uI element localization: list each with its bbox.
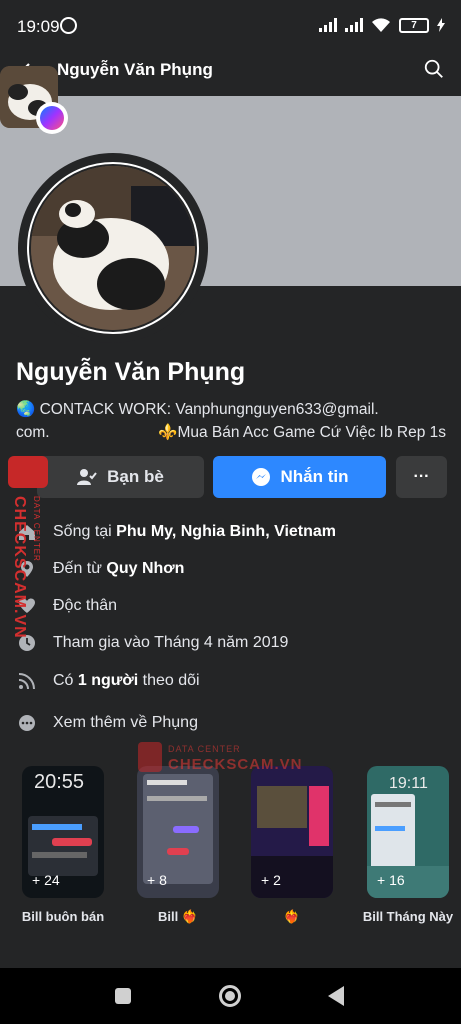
highlight-item[interactable]: 20:55 + 24 Bill buôn bán	[22, 766, 104, 925]
highlight-label: ❤️‍🔥	[283, 909, 301, 924]
recents-button[interactable]	[115, 988, 131, 1004]
search-icon[interactable]	[423, 58, 445, 80]
messenger-bolt-icon	[251, 468, 270, 486]
svg-text:20:55: 20:55	[34, 771, 84, 793]
highlight-item[interactable]: + 8 Bill ❤️‍🔥	[137, 766, 219, 925]
avatar	[31, 166, 195, 330]
bio-line-1: 🌏 CONTACK WORK: Vanphungnguyen633@gmail.	[16, 401, 379, 418]
highlight-label: Bill buôn bán	[21, 909, 105, 924]
svg-text:19:11: 19:11	[389, 775, 428, 792]
watermark-small-text: DATA CENTER	[32, 496, 41, 562]
bio-line-2a: com.	[16, 424, 50, 441]
status-icons: 7	[319, 17, 445, 33]
from-prefix: Đến từ	[53, 560, 107, 577]
watermark-vertical: CHECKSCAM.VN DATA CENTER	[4, 456, 48, 656]
battery-icon: 7	[399, 17, 429, 33]
watermark-overlay: DATA CENTER CHECKSCAM.VN	[138, 742, 302, 782]
joined-text: Tham gia vào Tháng 4 năm 2019	[53, 634, 289, 651]
highlight-thumbnail: + 8	[137, 766, 219, 898]
status-bar: 19:09 7	[0, 0, 461, 52]
lock-icon	[8, 456, 48, 488]
lives-place[interactable]: Phu My, Nghia Binh, Vietnam	[116, 523, 336, 540]
more-options-button[interactable]: ···	[396, 456, 447, 498]
from-place[interactable]: Quy Nhơn	[106, 560, 184, 577]
watermark-overlay-big: CHECKSCAM.VN	[168, 756, 303, 773]
lives-prefix: Sống tại	[53, 523, 117, 540]
watermark-overlay-small: DATA CENTER	[168, 744, 241, 754]
profile-picture[interactable]	[18, 153, 208, 343]
story-highlights: 20:55 + 24 Bill buôn bán + 8 Bill ❤️‍🔥 +…	[0, 766, 461, 946]
bio-line-2b: ⚜️Mua Bán Acc Game Cứ Việc Ib Rep 1s	[158, 424, 446, 441]
profile-bio: 🌏 CONTACK WORK: Vanphungnguyen633@gmail.…	[16, 398, 446, 444]
highlight-item[interactable]: + 2 ❤️‍🔥	[251, 766, 333, 925]
message-label: Nhắn tin	[280, 467, 349, 486]
page-title: Nguyễn Văn Phụng	[57, 60, 213, 79]
highlight-label: Bill ❤️‍🔥	[157, 909, 199, 924]
rss-icon	[18, 673, 35, 690]
highlight-label: Bill Tháng Này	[362, 909, 454, 924]
lock-icon	[138, 742, 162, 772]
home-button[interactable]	[219, 985, 241, 1007]
message-button[interactable]: Nhắn tin	[213, 456, 386, 498]
highlight-count: + 24	[32, 872, 60, 888]
friends-button[interactable]: Bạn bè	[37, 456, 204, 498]
messenger-icon[interactable]	[36, 102, 68, 134]
highlight-thumbnail: 19:11 + 16	[367, 766, 449, 898]
watermark-text: CHECKSCAM.VN	[11, 496, 28, 639]
followers-suffix: theo dõi	[138, 672, 200, 689]
highlight-count: + 16	[377, 872, 405, 888]
highlight-thumbnail: + 2	[251, 766, 333, 898]
top-app-bar: Nguyễn Văn Phụng	[0, 52, 461, 96]
highlight-item[interactable]: 19:11 + 16 Bill Tháng Này	[363, 766, 453, 925]
alarm-icon	[60, 17, 77, 34]
followers-count[interactable]: 1 người	[78, 672, 138, 689]
system-nav-bar	[0, 968, 461, 1024]
highlight-count: + 2	[261, 872, 281, 888]
followers-prefix: Có	[53, 672, 78, 689]
back-button[interactable]	[328, 986, 344, 1006]
highlight-count: + 8	[147, 872, 167, 888]
status-time: 19:09	[17, 17, 60, 36]
signal-icon-2	[345, 18, 363, 32]
more-dots-icon	[19, 715, 35, 731]
friend-check-icon	[77, 469, 97, 485]
signal-icon	[319, 18, 337, 32]
see-more-label: Xem thêm về Phụng	[53, 714, 198, 731]
relationship-text: Độc thân	[53, 597, 118, 614]
charging-icon	[437, 18, 445, 32]
wifi-icon	[372, 18, 390, 32]
highlight-thumbnail: 20:55 + 24	[22, 766, 104, 898]
friends-label: Bạn bè	[107, 467, 164, 486]
profile-name: Nguyễn Văn Phụng	[16, 358, 246, 386]
